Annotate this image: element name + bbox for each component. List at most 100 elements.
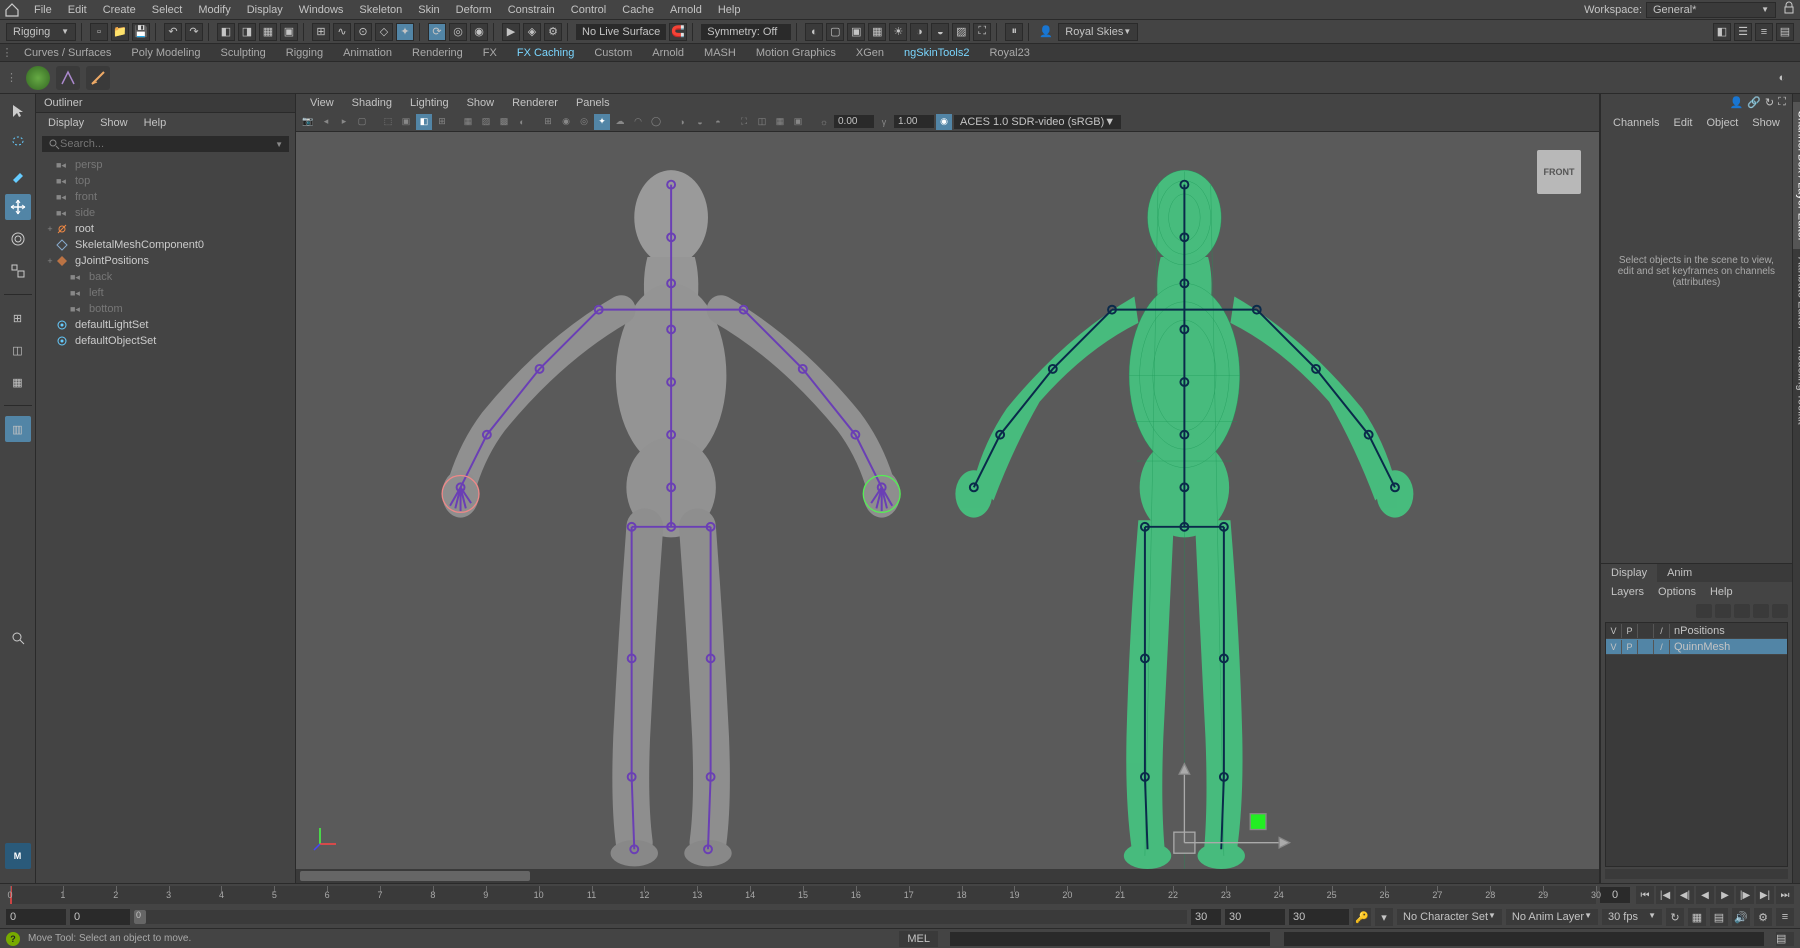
loop-button[interactable]: ↻: [1666, 908, 1684, 926]
snap-curve-button[interactable]: ∿: [333, 23, 351, 41]
layer-icon-1[interactable]: [1696, 604, 1712, 618]
field-chart-icon[interactable]: ⊞: [434, 114, 450, 130]
outliner-node[interactable]: +gJointPositions: [36, 253, 295, 269]
outliner-menu-display[interactable]: Display: [42, 115, 90, 131]
live-surface-field[interactable]: No Live Surface: [576, 24, 666, 40]
menu-arnold[interactable]: Arnold: [662, 2, 710, 18]
outliner-menu-show[interactable]: Show: [94, 115, 134, 131]
pref3-button[interactable]: ⚙: [1754, 908, 1772, 926]
expand2-icon[interactable]: ◫: [754, 114, 770, 130]
outliner-node[interactable]: +root: [36, 221, 295, 237]
go-end-button[interactable]: ⏭: [1776, 886, 1794, 904]
account-icon[interactable]: 👤: [1037, 23, 1055, 41]
link-icon[interactable]: 🔗: [1747, 96, 1761, 109]
colorspace-dropdown[interactable]: ACES 1.0 SDR-video (sRGB) ▼: [954, 115, 1121, 129]
select-hierarchy-button[interactable]: ◨: [238, 23, 256, 41]
play-start-field[interactable]: 0: [70, 909, 130, 925]
workspace-dropdown[interactable]: General* ▼: [1646, 2, 1776, 18]
render-settings-button[interactable]: ⚙: [544, 23, 562, 41]
menu-select[interactable]: Select: [144, 2, 191, 18]
layer-row[interactable]: VP/nPositions: [1606, 623, 1787, 639]
camera-select-icon[interactable]: 📷: [300, 114, 316, 130]
range-track[interactable]: 0: [134, 910, 1187, 924]
image-plane-icon[interactable]: ▢: [354, 114, 370, 130]
snap-together-tool[interactable]: ⊞: [5, 305, 31, 331]
layer-toggle-p[interactable]: P: [1622, 624, 1638, 638]
layer-icon-4[interactable]: [1753, 604, 1769, 618]
ssao-icon[interactable]: ◑: [674, 114, 690, 130]
gamma-icon[interactable]: γ: [876, 114, 892, 130]
eval-button[interactable]: ◎: [449, 23, 467, 41]
sidebar-toggle-3[interactable]: ≡: [1755, 23, 1773, 41]
tex-icon[interactable]: ▩: [496, 114, 512, 130]
lasso-tool[interactable]: [5, 130, 31, 156]
shelf-tab-curves[interactable]: Curves / Surfaces: [14, 44, 121, 61]
layer-icon-3[interactable]: [1734, 604, 1750, 618]
menu-cache[interactable]: Cache: [614, 2, 662, 18]
rotate-tool[interactable]: [5, 226, 31, 252]
shelf-item-2[interactable]: [56, 66, 80, 90]
shelf-tab-sculpt[interactable]: Sculpting: [211, 44, 276, 61]
layer-toggle-v[interactable]: V: [1606, 640, 1622, 654]
account-dropdown[interactable]: Royal Skies ▼: [1058, 23, 1138, 41]
menu-skin[interactable]: Skin: [410, 2, 447, 18]
select-tool[interactable]: [5, 98, 31, 124]
lock-icon[interactable]: [1782, 1, 1796, 18]
resolution-gate-icon[interactable]: ▣: [398, 114, 414, 130]
wire-icon[interactable]: ▦: [460, 114, 476, 130]
snap-grid-button[interactable]: ⊞: [312, 23, 330, 41]
outliner-node[interactable]: ■◂front: [36, 189, 295, 205]
range-end-marker[interactable]: 30: [1191, 909, 1221, 925]
layer-toggle-v[interactable]: V: [1606, 624, 1622, 638]
script-editor-button[interactable]: ▤: [1776, 932, 1794, 946]
layer-toggle-c2[interactable]: /: [1654, 624, 1670, 638]
expander-icon[interactable]: +: [44, 224, 56, 234]
outliner-node[interactable]: defaultObjectSet: [36, 333, 295, 349]
layer-icon-2[interactable]: [1715, 604, 1731, 618]
motion-blur-icon[interactable]: ◠: [630, 114, 646, 130]
menu-edit[interactable]: Edit: [60, 2, 95, 18]
chevron-down-icon[interactable]: ▼: [275, 140, 283, 149]
layer-hscroll[interactable]: [1605, 869, 1788, 879]
shelf-grip[interactable]: ⋮: [0, 44, 14, 61]
outliner-tree[interactable]: ■◂persp■◂top■◂front■◂side+rootSkeletalMe…: [36, 155, 295, 883]
film-gate-icon[interactable]: ⬚: [380, 114, 396, 130]
shelf-tab-anim[interactable]: Animation: [333, 44, 402, 61]
colormgmt-icon[interactable]: ◉: [936, 114, 952, 130]
scrollbar-thumb[interactable]: [300, 871, 530, 881]
undo-button[interactable]: ↶: [164, 23, 182, 41]
bookmark2-icon[interactable]: ▸: [336, 114, 352, 130]
menu-constrain[interactable]: Constrain: [500, 2, 563, 18]
construction-history-button[interactable]: ⟳: [428, 23, 446, 41]
eval-button2[interactable]: ◉: [470, 23, 488, 41]
snap-point-button[interactable]: ⊙: [354, 23, 372, 41]
render-button[interactable]: ▶: [502, 23, 520, 41]
menu-modify[interactable]: Modify: [190, 2, 238, 18]
select-component-button[interactable]: ▣: [280, 23, 298, 41]
xray-button[interactable]: ◐: [805, 23, 823, 41]
right-tab-channelbox[interactable]: Channel Box / Layer Editor: [1793, 102, 1800, 249]
aa-button[interactable]: ▨: [952, 23, 970, 41]
expander-icon[interactable]: +: [44, 256, 56, 266]
sidebar-toggle-1[interactable]: ◧: [1713, 23, 1731, 41]
go-start-button[interactable]: ⏮: [1636, 886, 1654, 904]
command-line-input[interactable]: [950, 932, 1270, 946]
exposure-field[interactable]: 0.00: [834, 115, 874, 128]
menu-help[interactable]: Help: [710, 2, 749, 18]
menu-display[interactable]: Display: [239, 2, 291, 18]
joint-xray-icon[interactable]: ✦: [594, 114, 610, 130]
play-forward-button[interactable]: ▶: [1716, 886, 1734, 904]
channel-menu-object[interactable]: Object: [1700, 115, 1744, 131]
shadow-button[interactable]: ◑: [910, 23, 928, 41]
outliner-node[interactable]: ■◂bottom: [36, 301, 295, 317]
shelf-tab-poly[interactable]: Poly Modeling: [121, 44, 210, 61]
character-set-dropdown[interactable]: No Character Set▼: [1397, 909, 1502, 925]
range-pref-button[interactable]: ▦: [1688, 908, 1706, 926]
view-cube[interactable]: FRONT: [1537, 150, 1581, 194]
layer-toggle-c1[interactable]: [1638, 624, 1654, 638]
layer-row[interactable]: VP/QuinnMesh: [1606, 639, 1787, 655]
range-end-field[interactable]: 30: [1289, 909, 1349, 925]
channel-menu-channels[interactable]: Channels: [1607, 115, 1665, 131]
layer-toggle-c1[interactable]: [1638, 640, 1654, 654]
save-scene-button[interactable]: 💾: [132, 23, 150, 41]
